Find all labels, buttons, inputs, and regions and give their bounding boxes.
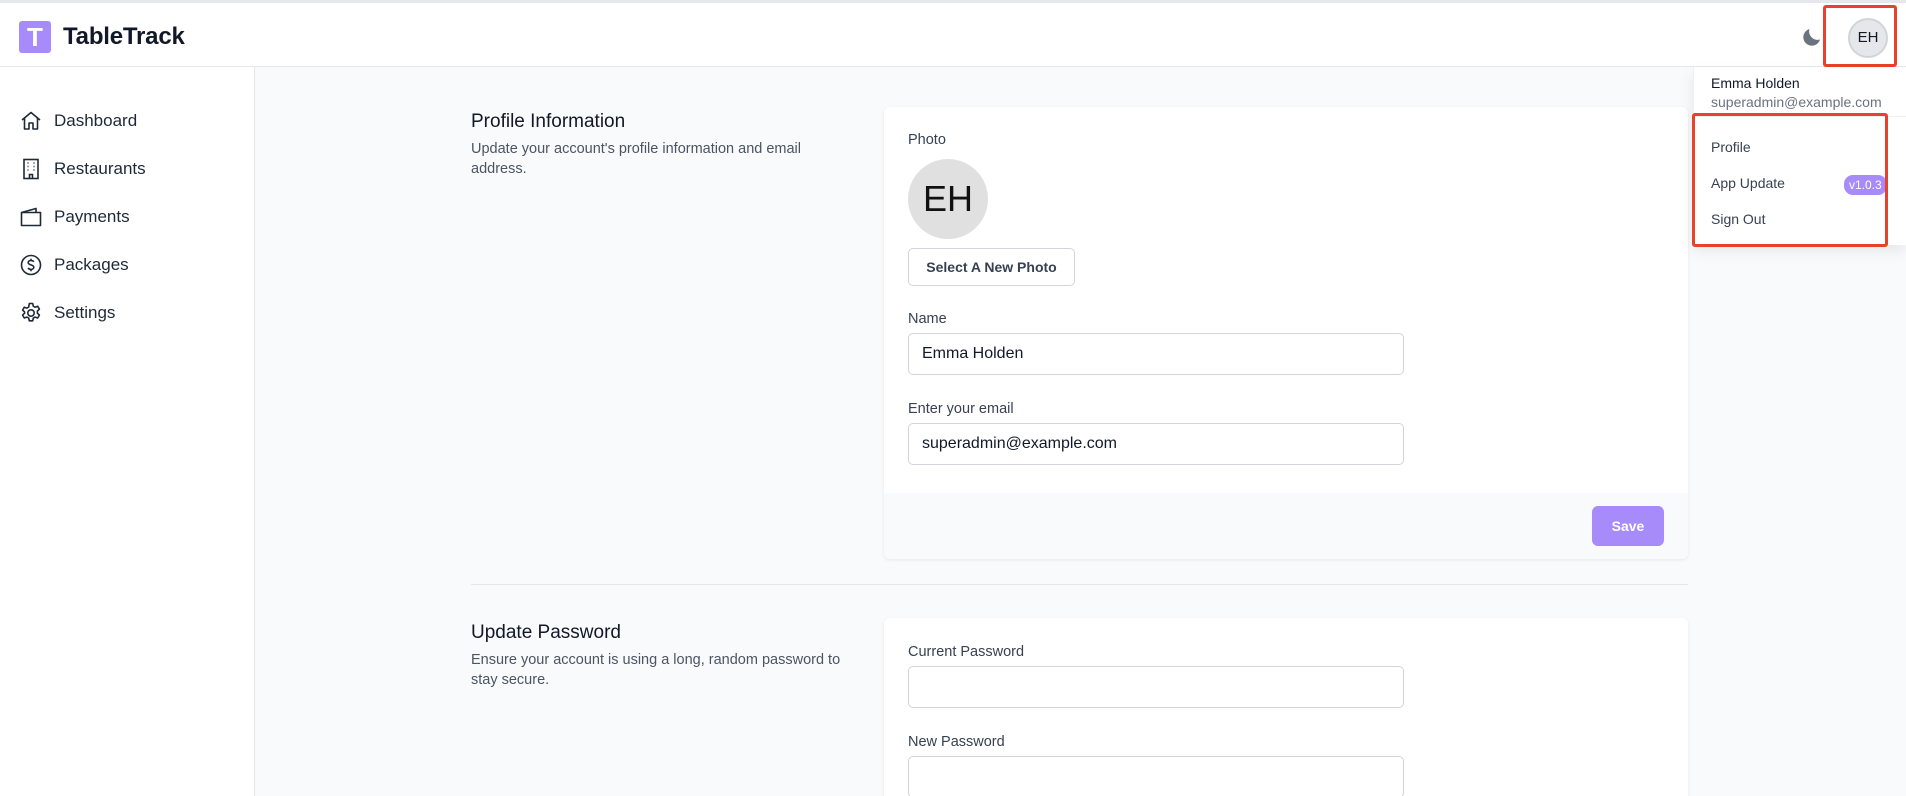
select-photo-button[interactable]: Select A New Photo [908, 248, 1075, 286]
logo-icon: T [19, 21, 51, 53]
section-divider [471, 584, 1688, 585]
sidebar-item-dashboard[interactable]: Dashboard [0, 97, 254, 145]
sidebar: Dashboard Restaurants Payments Packages … [0, 67, 255, 796]
menu-divider [1694, 116, 1906, 117]
top-header: T TableTrack EH [0, 0, 1906, 67]
user-avatar-button[interactable]: EH [1848, 18, 1888, 58]
version-badge: v1.0.3 [1844, 175, 1887, 195]
menu-user-email: superadmin@example.com [1711, 94, 1882, 110]
current-password-label: Current Password [908, 644, 1025, 660]
sidebar-item-label: Dashboard [54, 111, 138, 130]
wallet-icon [20, 207, 42, 227]
sidebar-item-label: Settings [54, 303, 116, 322]
sidebar-item-label: Packages [54, 255, 129, 274]
menu-item-profile[interactable]: Profile [1711, 139, 1751, 155]
app-name: TableTrack [63, 23, 185, 50]
menu-item-app-update[interactable]: App Update [1711, 175, 1785, 191]
user-dropdown-menu: Emma Holden superadmin@example.com Profi… [1693, 67, 1906, 245]
email-label: Enter your email [908, 401, 1014, 417]
current-password-input[interactable] [908, 666, 1404, 708]
name-label: Name [908, 311, 947, 327]
new-password-input[interactable] [908, 756, 1404, 796]
update-password-description: Ensure your account is using a long, ran… [471, 652, 841, 688]
menu-item-sign-out[interactable]: Sign Out [1711, 211, 1765, 227]
menu-user-name: Emma Holden [1711, 75, 1800, 91]
card-actions: Save [884, 493, 1688, 559]
email-input[interactable] [908, 423, 1404, 465]
sidebar-item-payments[interactable]: Payments [0, 193, 254, 241]
profile-info-card: Photo EH Select A New Photo Name Enter y… [884, 107, 1688, 559]
sidebar-item-restaurants[interactable]: Restaurants [0, 145, 254, 193]
profile-photo: EH [908, 159, 988, 239]
update-password-card: Current Password New Password [884, 618, 1688, 796]
name-input[interactable] [908, 333, 1404, 375]
sidebar-item-packages[interactable]: Packages [0, 241, 254, 289]
profile-info-title: Profile Information [471, 111, 626, 132]
dollar-circle-icon [20, 254, 42, 276]
profile-info-description: Update your account's profile informatio… [471, 141, 802, 177]
sidebar-item-settings[interactable]: Settings [0, 289, 254, 337]
sidebar-item-label: Payments [54, 207, 130, 226]
building-icon [23, 158, 39, 180]
dark-mode-toggle[interactable] [1800, 25, 1824, 49]
moon-icon [1803, 29, 1820, 46]
home-icon [21, 111, 41, 130]
gear-icon [21, 302, 41, 322]
save-button[interactable]: Save [1592, 506, 1664, 546]
update-password-title: Update Password [471, 622, 621, 643]
sidebar-item-label: Restaurants [54, 159, 146, 178]
photo-label: Photo [908, 132, 946, 148]
new-password-label: New Password [908, 734, 1005, 750]
